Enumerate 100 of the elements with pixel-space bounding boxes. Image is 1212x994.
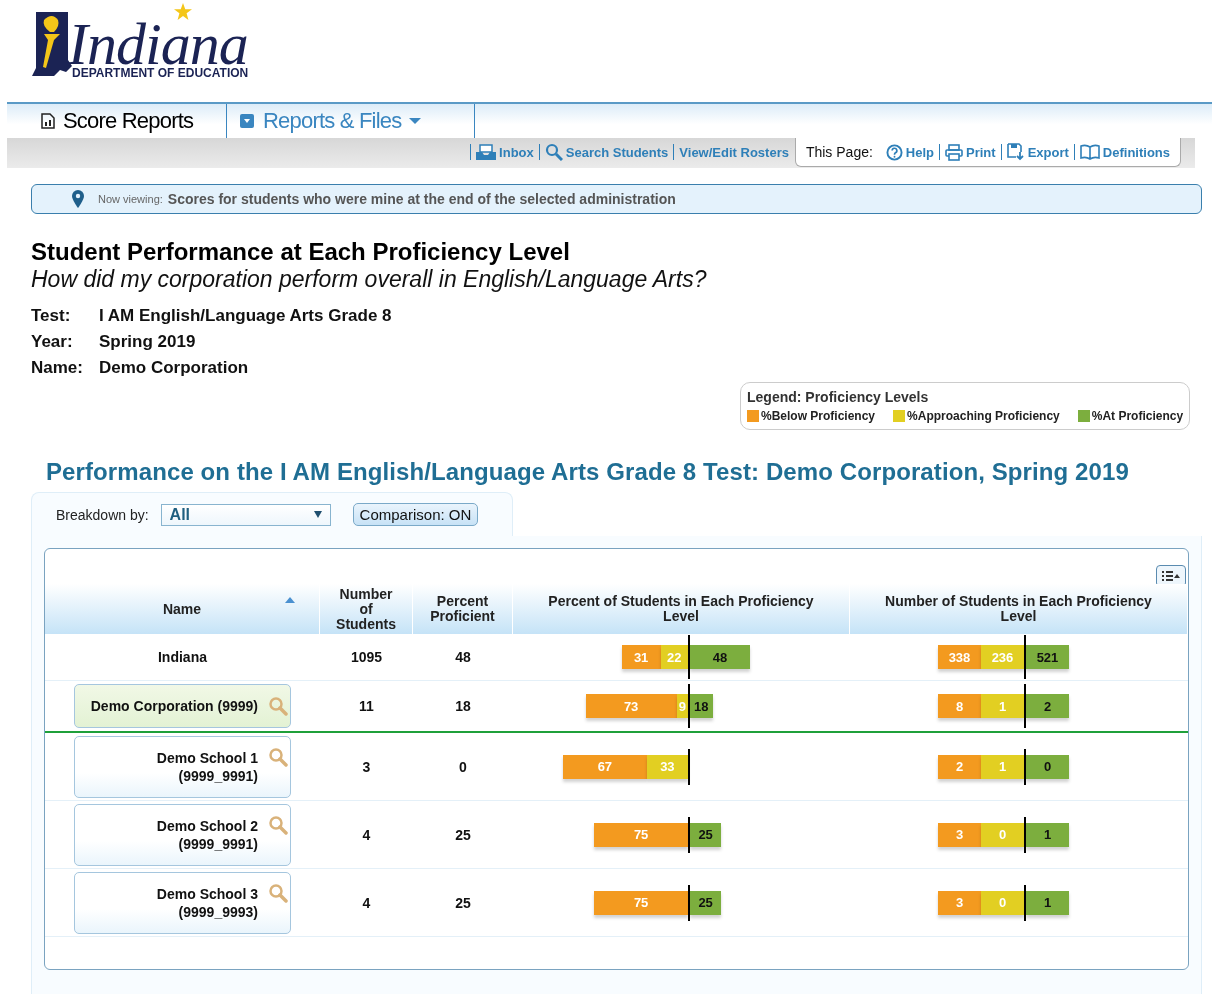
proficiency-cut-line xyxy=(1024,748,1026,785)
page-subtitle: How did my corporation perform overall in English/Language Arts? xyxy=(31,266,708,292)
proficiency-cut-line xyxy=(688,684,690,728)
magnifier-icon xyxy=(268,882,288,903)
proficiency-cut-line xyxy=(1024,884,1026,921)
proficiency-cut-line xyxy=(688,635,690,679)
drilldown-button[interactable]: Demo School 3 (9999_9993) xyxy=(74,871,291,934)
table-cell: 4 xyxy=(320,801,413,869)
table-cell: 11 xyxy=(320,681,413,733)
drilldown-button[interactable]: Demo School 2 (9999_9991) xyxy=(74,803,291,866)
detail-value: Spring 2019 xyxy=(99,332,197,352)
bar-segment: 8 xyxy=(938,694,981,718)
detail-label: Year: xyxy=(31,332,74,352)
logo-subtitle: DEPARTMENT OF EDUCATION xyxy=(72,66,249,80)
bar-segment: 25 xyxy=(690,890,722,915)
this-page-label: This Page: xyxy=(805,144,873,160)
bar-segment: 75 xyxy=(594,890,688,915)
report-title: Performance on the I AM English/Language Arts Grade 8 Test: Demo Corporation, Spring 2019 xyxy=(46,458,1130,486)
book-icon xyxy=(1079,144,1100,160)
bar-segment: 0 xyxy=(981,822,1024,847)
bar-segment: 1 xyxy=(981,754,1024,779)
inbox-icon xyxy=(476,144,497,160)
bar-segment: 48 xyxy=(690,645,750,669)
column-header[interactable]: Name xyxy=(45,584,320,634)
page-title: Student Performance at Each Proficiency Level xyxy=(31,238,571,266)
detail-label: Test: xyxy=(31,306,72,326)
bar-segment: 2 xyxy=(938,754,981,779)
magnifier-icon xyxy=(268,746,288,767)
detail-label: Name: xyxy=(31,358,84,378)
magnifier-icon xyxy=(268,696,288,716)
report-icon xyxy=(41,113,55,129)
search-icon xyxy=(544,143,563,161)
column-header: Percent Proficient xyxy=(413,584,513,634)
detail-value: I AM English/Language Arts Grade 8 xyxy=(99,306,393,326)
proficiency-cut-line xyxy=(1024,635,1026,679)
breakdown-dropdown[interactable]: All xyxy=(160,503,331,526)
proficiency-cut-line xyxy=(1024,684,1026,728)
box-icon xyxy=(239,113,255,129)
column-header: Number of Students xyxy=(320,584,413,634)
list-icon xyxy=(1161,570,1181,582)
table-cell: 18 xyxy=(413,681,513,733)
table-cell: 25 xyxy=(413,869,513,937)
row-name: Indiana xyxy=(158,649,207,665)
bar-segment: 22 xyxy=(660,645,688,669)
drilldown-button[interactable]: Demo Corporation (9999) xyxy=(74,684,291,728)
column-header: Number of Students in Each Proficiency Level xyxy=(850,584,1188,634)
bar-segment: 1 xyxy=(1026,890,1069,915)
legend-label: %Below Proficiency xyxy=(761,409,876,423)
bar-segment: 0 xyxy=(1026,754,1069,779)
bar-segment: 2 xyxy=(1026,694,1069,718)
bar-segment: 338 xyxy=(938,645,981,669)
toolbar-link[interactable]: Search Students xyxy=(544,143,669,161)
star-icon xyxy=(174,3,192,21)
now-viewing-label: Now viewing: xyxy=(98,193,163,205)
bar-segment: 3 xyxy=(938,822,981,847)
comparison-button[interactable]: Comparison: ON xyxy=(352,503,479,526)
table-cell: 25 xyxy=(413,801,513,869)
drilldown-button[interactable]: Demo School 1 (9999_9991) xyxy=(74,735,291,798)
bar-segment: 67 xyxy=(563,754,647,779)
bar-segment: 25 xyxy=(690,822,722,847)
bar-segment: 73 xyxy=(585,694,677,718)
magnifier-icon xyxy=(268,814,288,835)
bar-segment: 18 xyxy=(690,694,713,718)
proficiency-cut-line xyxy=(688,884,690,921)
page-tool-link[interactable]: Print xyxy=(945,143,996,161)
proficiency-cut-line xyxy=(688,748,690,785)
column-header: Percent of Students in Each Proficiency Level xyxy=(513,584,850,634)
bar-segment: 3 xyxy=(938,890,981,915)
sort-ascending-icon xyxy=(285,597,295,603)
proficiency-cut-line xyxy=(1024,816,1026,853)
bar-segment: 1 xyxy=(981,694,1024,718)
page-tool-link[interactable]: Definitions xyxy=(1079,144,1170,160)
page-tool-link[interactable]: Help xyxy=(885,143,935,161)
bar-segment: 0 xyxy=(981,890,1024,915)
legend-label: %Approaching Proficiency xyxy=(907,409,1060,423)
table-cell: 1095 xyxy=(320,634,413,681)
legend-title: Legend: Proficiency Levels xyxy=(747,389,930,405)
print-icon xyxy=(945,143,964,161)
detail-value: Demo Corporation xyxy=(99,358,250,378)
help-icon xyxy=(885,143,903,161)
bar-segment: 236 xyxy=(981,645,1024,669)
page-tool-link[interactable]: Export xyxy=(1006,143,1069,161)
breakdown-label: Breakdown by: xyxy=(56,506,149,523)
bar-segment: 521 xyxy=(1026,645,1069,669)
location-pin-icon xyxy=(72,190,84,208)
options-button[interactable] xyxy=(1156,565,1186,587)
legend-label: %At Proficiency xyxy=(1091,409,1184,423)
caret-icon xyxy=(409,117,422,125)
bar-segment: 33 xyxy=(646,754,688,779)
export-icon xyxy=(1006,143,1025,161)
table-cell: 0 xyxy=(413,733,513,801)
bar-segment: 75 xyxy=(594,822,688,847)
table-cell: 3 xyxy=(320,733,413,801)
dropdown-arrow-icon xyxy=(313,511,322,518)
now-viewing-text: Scores for students who were mine at the end of the selected administration xyxy=(167,191,676,207)
proficiency-cut-line xyxy=(688,816,690,853)
table-cell: 4 xyxy=(320,869,413,937)
bar-segment: 31 xyxy=(621,645,661,669)
table-cell: 48 xyxy=(413,634,513,681)
bar-segment: 1 xyxy=(1026,822,1069,847)
